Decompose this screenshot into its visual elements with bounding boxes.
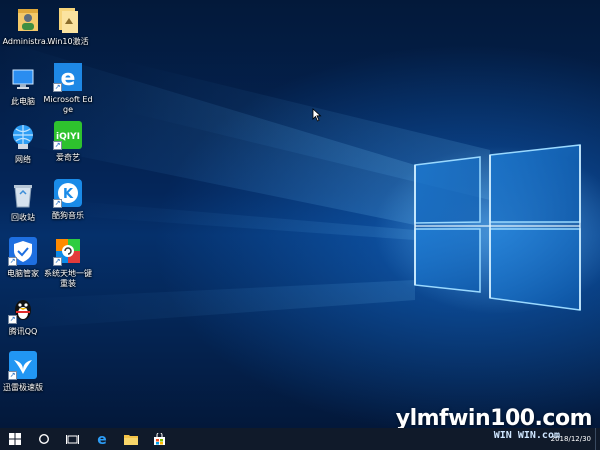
task-view-button[interactable] <box>58 428 87 450</box>
windows-start-icon <box>8 433 21 445</box>
iqiyi-icon: iQIYI ↗ <box>53 120 83 150</box>
taskbar-edge-button[interactable]: e <box>87 428 116 450</box>
reinstall-icon: ↗ <box>53 236 83 266</box>
start-button[interactable] <box>0 428 29 450</box>
shield-icon: ↗ <box>8 236 38 266</box>
user-folder-icon <box>13 4 43 34</box>
file-explorer-icon <box>123 435 138 445</box>
shortcut-arrow-icon: ↗ <box>53 199 62 208</box>
shortcut-arrow-icon: ↗ <box>53 257 62 266</box>
desktop-icon-win10[interactable]: Win10激活 <box>42 4 94 47</box>
folder-icon <box>53 4 83 34</box>
desktop-icon-label: Microsoft Edge <box>43 95 93 114</box>
shortcut-arrow-icon: ↗ <box>53 141 62 150</box>
desktop-icon-label: 酷狗音乐 <box>52 211 84 220</box>
computer-icon <box>8 64 38 94</box>
taskbar-store-button[interactable] <box>145 428 174 450</box>
watermark-text: ylmfwin100.com <box>395 406 593 428</box>
recycle-bin-icon <box>8 180 38 210</box>
desktop-icon-label: 迅雷极速版 <box>3 383 43 392</box>
desktop-icon-xunlei[interactable]: ↗ 迅雷极速版 <box>0 350 49 393</box>
show-desktop-button[interactable] <box>595 428 600 450</box>
edge-icon: e ↗ <box>53 62 83 92</box>
svg-text:e: e <box>97 432 107 446</box>
desktop-icon-label: 腾讯QQ <box>8 327 38 336</box>
shortcut-arrow-icon: ↗ <box>8 257 17 266</box>
kugou-logo-text: K <box>63 187 74 202</box>
task-view-icon <box>66 434 79 444</box>
desktop[interactable]: Administra... Win10激活 此电脑 e ↗ Microsoft … <box>0 0 600 428</box>
desktop-icon-reinstall[interactable]: ↗ 系统天地一键重装 <box>42 236 94 289</box>
desktop-icon-label: 爱奇艺 <box>56 153 80 162</box>
network-icon <box>8 122 38 152</box>
kugou-icon: K ↗ <box>53 178 83 208</box>
desktop-icon-label: 系统天地一键重装 <box>44 269 92 288</box>
shortcut-arrow-icon: ↗ <box>53 83 62 92</box>
desktop-icon-label: Win10激活 <box>47 37 89 46</box>
cortana-circle-icon <box>38 433 49 445</box>
xunlei-bird-icon: ↗ <box>8 350 38 380</box>
watermark-subtext: WIN WIN.com <box>493 430 560 441</box>
store-icon <box>154 432 165 445</box>
svg-text:e: e <box>61 66 76 91</box>
qq-penguin-icon: ↗ <box>8 294 38 324</box>
desktop-icon-kugou[interactable]: K ↗ 酷狗音乐 <box>42 178 94 221</box>
mouse-cursor-icon <box>312 108 322 122</box>
desktop-icon-edge[interactable]: e ↗ Microsoft Edge <box>42 62 94 115</box>
shortcut-arrow-icon: ↗ <box>8 315 17 324</box>
cortana-button[interactable] <box>29 428 58 450</box>
desktop-icon-qq[interactable]: ↗ 腾讯QQ <box>0 294 49 337</box>
taskbar-file-explorer-button[interactable] <box>116 428 145 450</box>
shortcut-arrow-icon: ↗ <box>8 371 17 380</box>
edge-icon: e <box>97 432 107 446</box>
desktop-icon-iqiyi[interactable]: iQIYI ↗ 爱奇艺 <box>42 120 94 163</box>
